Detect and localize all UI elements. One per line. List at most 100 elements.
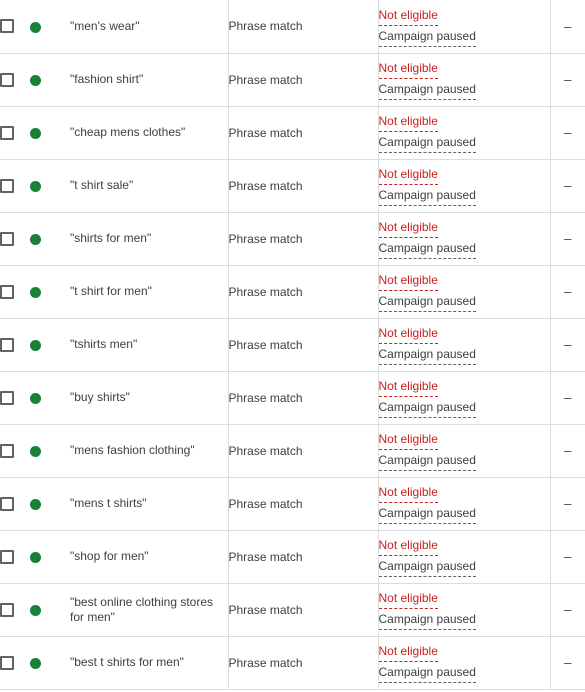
eligibility-primary-text[interactable]: Not eligible — [378, 430, 438, 450]
row-select-cell — [0, 159, 30, 213]
eligibility-secondary-text[interactable]: Campaign paused — [378, 345, 476, 365]
status-enabled-icon[interactable] — [30, 74, 41, 86]
match-type-cell: Phrase match — [228, 106, 378, 160]
eligibility-secondary-text[interactable]: Campaign paused — [378, 610, 476, 630]
keyword-cell: "tshirts men" — [70, 318, 228, 372]
keyword-text[interactable]: "t shirt sale" — [70, 178, 228, 193]
keyword-text[interactable]: "mens t shirts" — [70, 496, 228, 511]
eligibility-secondary-text[interactable]: Campaign paused — [378, 133, 476, 153]
row-select-cell — [0, 530, 30, 584]
eligibility-secondary-text[interactable]: Campaign paused — [378, 504, 476, 524]
row-select-checkbox[interactable] — [0, 231, 14, 246]
eligibility-primary-text[interactable]: Not eligible — [378, 589, 438, 609]
status-enabled-icon[interactable] — [30, 604, 41, 616]
metric-value-cell: – — [550, 106, 585, 160]
row-select-checkbox[interactable] — [0, 284, 14, 299]
metric-value-cell: – — [550, 212, 585, 266]
match-type-text: Phrase match — [228, 72, 303, 87]
keyword-text[interactable]: "buy shirts" — [70, 390, 228, 405]
row-select-cell — [0, 53, 30, 107]
match-type-cell: Phrase match — [228, 53, 378, 107]
keyword-text[interactable]: "shirts for men" — [70, 231, 228, 246]
row-select-checkbox[interactable] — [0, 125, 14, 140]
row-select-checkbox[interactable] — [0, 602, 14, 617]
eligibility-secondary-text[interactable]: Campaign paused — [378, 557, 476, 577]
ad-status-cell — [30, 212, 70, 266]
eligibility-secondary-text[interactable]: Campaign paused — [378, 80, 476, 100]
keyword-text[interactable]: "fashion shirt" — [70, 72, 228, 87]
status-enabled-icon[interactable] — [30, 657, 41, 669]
eligibility-primary-text[interactable]: Not eligible — [378, 483, 438, 503]
match-type-text: Phrase match — [228, 178, 303, 193]
keyword-text[interactable]: "cheap mens clothes" — [70, 125, 228, 140]
keyword-cell: "t shirt sale" — [70, 159, 228, 213]
eligibility-primary-text[interactable]: Not eligible — [378, 271, 438, 291]
row-select-checkbox[interactable] — [0, 549, 14, 564]
table-row: "cheap mens clothes" Phrase match Not el… — [0, 106, 585, 160]
eligibility-secondary-text[interactable]: Campaign paused — [378, 663, 476, 683]
row-select-checkbox[interactable] — [0, 19, 14, 34]
table-row: "t shirt sale" Phrase match Not eligible… — [0, 159, 585, 213]
eligibility-secondary-text[interactable]: Campaign paused — [378, 398, 476, 418]
metric-value-cell: – — [550, 318, 585, 372]
keyword-text[interactable]: "men's wear" — [70, 19, 228, 34]
metric-value-text: – — [564, 549, 572, 564]
status-enabled-icon[interactable] — [30, 392, 41, 404]
row-select-checkbox[interactable] — [0, 72, 14, 87]
eligibility-cell: Not eligible Campaign paused — [378, 0, 550, 54]
eligibility-primary-text[interactable]: Not eligible — [378, 59, 438, 79]
eligibility-secondary-text[interactable]: Campaign paused — [378, 186, 476, 206]
match-type-cell: Phrase match — [228, 0, 378, 54]
keyword-text[interactable]: "t shirt for men" — [70, 284, 228, 299]
status-enabled-icon[interactable] — [30, 21, 41, 33]
row-select-checkbox[interactable] — [0, 337, 14, 352]
keyword-text[interactable]: "tshirts men" — [70, 337, 228, 352]
eligibility-primary-text[interactable]: Not eligible — [378, 218, 438, 238]
eligibility-secondary-text[interactable]: Campaign paused — [378, 27, 476, 47]
match-type-cell: Phrase match — [228, 265, 378, 319]
row-select-checkbox[interactable] — [0, 178, 14, 193]
eligibility-primary-text[interactable]: Not eligible — [378, 165, 438, 185]
match-type-cell: Phrase match — [228, 477, 378, 531]
status-enabled-icon[interactable] — [30, 127, 41, 139]
eligibility-primary-text[interactable]: Not eligible — [378, 6, 438, 26]
keyword-text[interactable]: "best online clothing stores for men" — [70, 595, 228, 625]
eligibility-primary-text[interactable]: Not eligible — [378, 642, 438, 662]
status-enabled-icon[interactable] — [30, 286, 41, 298]
eligibility-cell: Not eligible Campaign paused — [378, 424, 550, 478]
row-select-checkbox[interactable] — [0, 496, 14, 511]
eligibility-secondary-text[interactable]: Campaign paused — [378, 239, 476, 259]
eligibility-primary-text[interactable]: Not eligible — [378, 324, 438, 344]
eligibility-primary-text[interactable]: Not eligible — [378, 112, 438, 132]
table-row: "mens t shirts" Phrase match Not eligibl… — [0, 477, 585, 531]
status-enabled-icon[interactable] — [30, 233, 41, 245]
keyword-cell: "best t shirts for men" — [70, 636, 228, 690]
metric-value-text: – — [564, 337, 572, 352]
eligibility-secondary-text[interactable]: Campaign paused — [378, 292, 476, 312]
keyword-text[interactable]: "shop for men" — [70, 549, 228, 564]
status-enabled-icon[interactable] — [30, 551, 41, 563]
match-type-text: Phrase match — [228, 390, 303, 405]
eligibility-cell: Not eligible Campaign paused — [378, 583, 550, 637]
table-row: "t shirt for men" Phrase match Not eligi… — [0, 265, 585, 319]
row-select-checkbox[interactable] — [0, 443, 14, 458]
row-select-checkbox[interactable] — [0, 655, 14, 670]
eligibility-cell: Not eligible Campaign paused — [378, 159, 550, 213]
row-select-checkbox[interactable] — [0, 390, 14, 405]
keyword-text[interactable]: "mens fashion clothing" — [70, 443, 228, 458]
eligibility-primary-text[interactable]: Not eligible — [378, 377, 438, 397]
eligibility-cell: Not eligible Campaign paused — [378, 212, 550, 266]
status-enabled-icon[interactable] — [30, 180, 41, 192]
status-enabled-icon[interactable] — [30, 498, 41, 510]
eligibility-primary-text[interactable]: Not eligible — [378, 536, 438, 556]
keyword-text[interactable]: "best t shirts for men" — [70, 655, 228, 670]
keyword-cell: "mens t shirts" — [70, 477, 228, 531]
row-select-cell — [0, 636, 30, 690]
status-enabled-icon[interactable] — [30, 445, 41, 457]
row-select-cell — [0, 371, 30, 425]
keyword-cell: "buy shirts" — [70, 371, 228, 425]
match-type-cell: Phrase match — [228, 424, 378, 478]
ad-status-cell — [30, 159, 70, 213]
eligibility-secondary-text[interactable]: Campaign paused — [378, 451, 476, 471]
status-enabled-icon[interactable] — [30, 339, 41, 351]
